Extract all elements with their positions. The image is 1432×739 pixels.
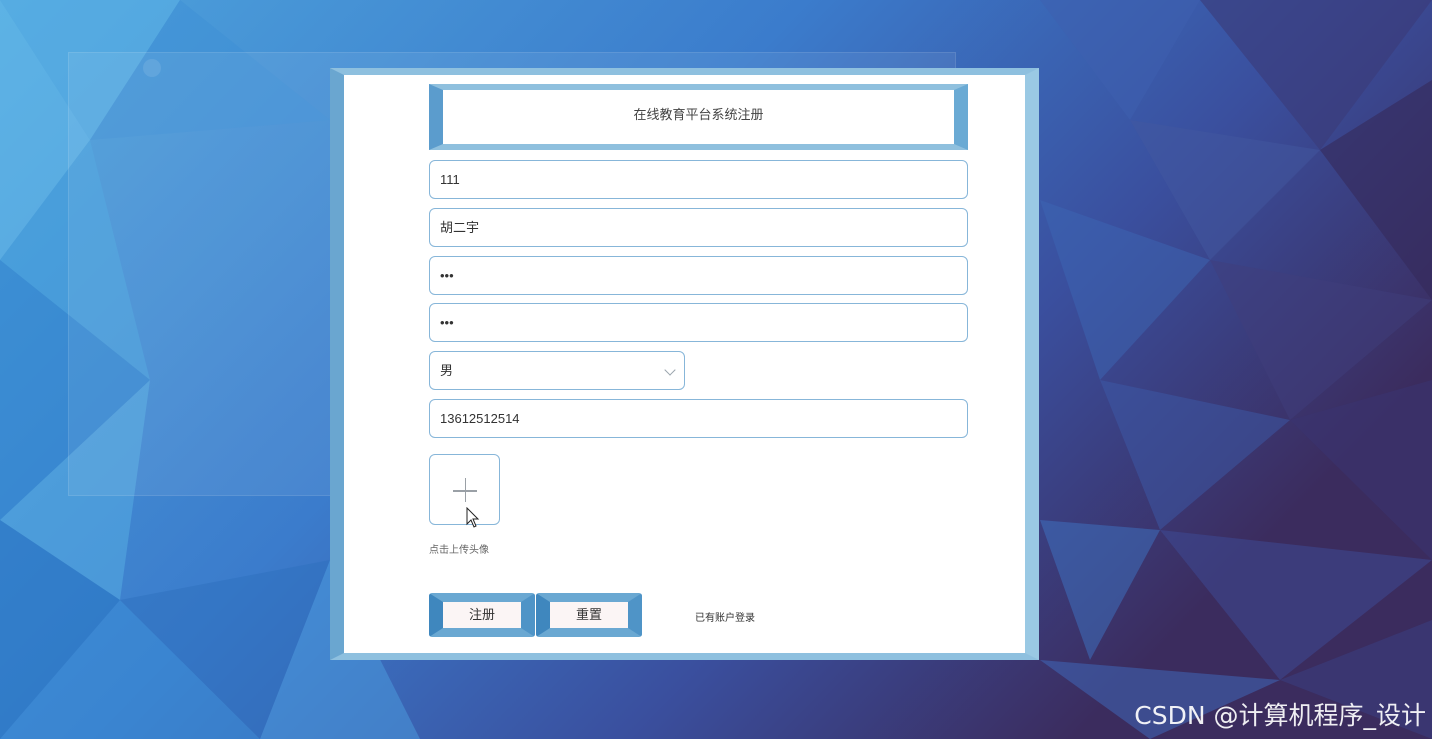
chevron-down-icon — [664, 364, 676, 376]
plus-icon-vertical — [464, 478, 466, 502]
gender-select-value: 男 — [440, 363, 454, 378]
avatar-upload[interactable] — [429, 454, 500, 525]
user-icon — [143, 59, 161, 77]
gender-select[interactable]: 男 — [429, 351, 685, 390]
confirm-password-input[interactable]: ••• — [429, 303, 968, 342]
reset-button[interactable]: 重置 — [536, 593, 642, 637]
phone-input[interactable]: 13612512514 — [429, 399, 968, 438]
upload-hint: 点击上传头像 — [429, 545, 489, 556]
register-button[interactable]: 注册 — [429, 593, 535, 637]
account-input[interactable]: 111 — [429, 160, 968, 199]
register-card: 在线教育平台系统注册 111 胡二宇 ••• ••• 男 13612512514… — [330, 68, 1039, 660]
form-title-box: 在线教育平台系统注册 — [429, 84, 968, 150]
mouse-cursor-icon — [466, 507, 480, 528]
password-input[interactable]: ••• — [429, 256, 968, 295]
login-link[interactable]: 已有账户登录 — [695, 609, 755, 624]
name-input[interactable]: 胡二宇 — [429, 208, 968, 247]
watermark: CSDN @计算机程序_设计 — [1134, 701, 1426, 730]
form-title: 在线教育平台系统注册 — [633, 106, 764, 122]
